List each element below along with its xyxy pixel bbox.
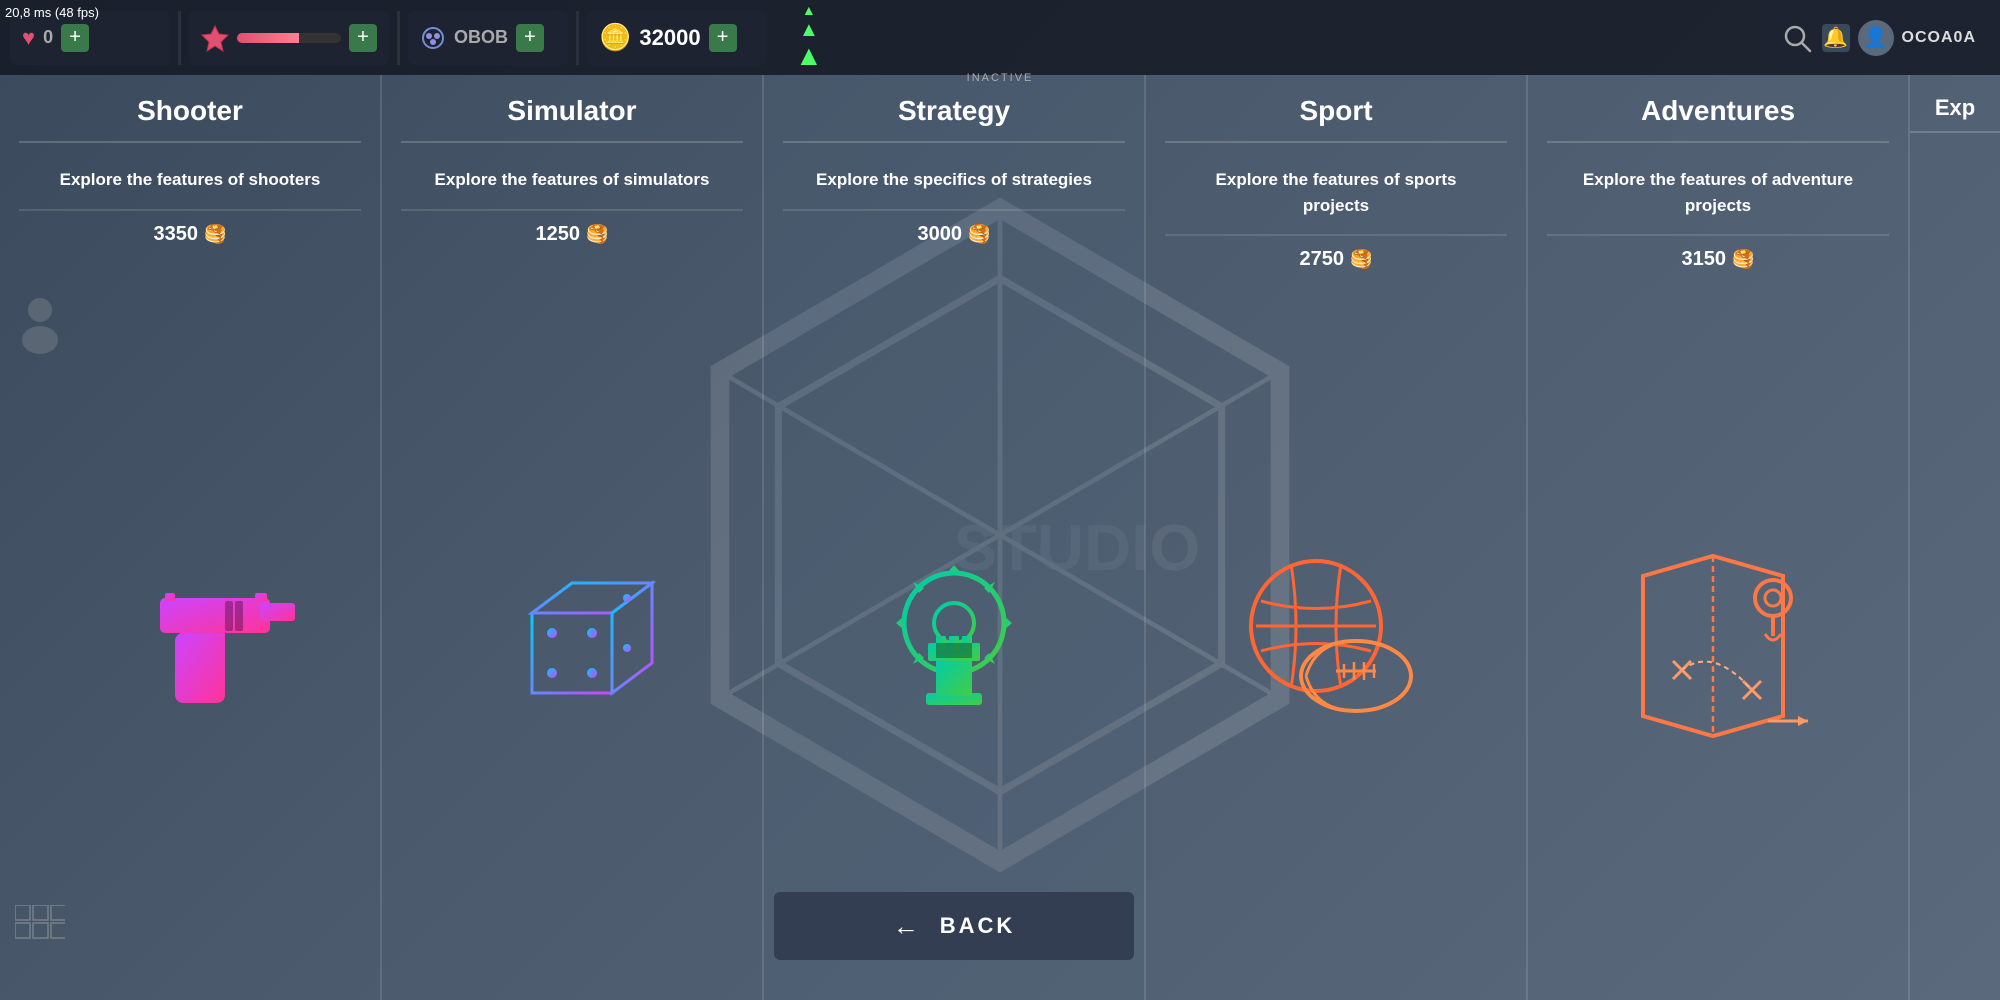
add-orb-button[interactable]: + <box>516 24 544 52</box>
partial-column: Exp <box>1910 75 2000 1000</box>
add-xp-button[interactable]: + <box>349 24 377 52</box>
sport-price: 2750 🥞 <box>1300 248 1373 271</box>
simulator-icon-area <box>472 266 672 1000</box>
simulator-title: Simulator <box>401 95 743 143</box>
orb-section: OBOB + <box>408 11 568 65</box>
divider-3 <box>576 11 579 65</box>
boost-arrow-2: ▲ <box>799 19 819 41</box>
shooter-desc: Explore the features of shooters <box>19 157 361 211</box>
adventures-title: Adventures <box>1547 95 1889 143</box>
shooter-price: 3350 🥞 <box>154 223 227 246</box>
profile-section: 🔔 👤 OCOA0A <box>1766 11 1990 65</box>
adventures-desc: Explore the features of adventure projec… <box>1547 157 1889 236</box>
circuit-cube-icon <box>472 533 672 733</box>
top-bar-right: 🔔 👤 OCOA0A <box>1766 11 1990 65</box>
sports-icon <box>1226 546 1446 746</box>
adventures-column[interactable]: Adventures Explore the features of adven… <box>1528 75 1910 1000</box>
shooter-coin-icon: 🥞 <box>204 224 226 245</box>
xp-icon <box>201 24 229 52</box>
orb-value: OBOB <box>454 27 508 48</box>
xp-section: + <box>189 11 389 65</box>
back-label: BACK <box>940 913 1016 939</box>
lives-value: 0 <box>43 27 53 48</box>
strategy-coin-icon: 🥞 <box>968 224 990 245</box>
chess-gear-icon <box>854 528 1054 738</box>
back-button-wrap: ← BACK <box>774 892 1134 960</box>
avatar: 👤 <box>1858 20 1894 56</box>
notification-button[interactable]: 🔔 <box>1822 24 1850 52</box>
add-lives-button[interactable]: + <box>61 24 89 52</box>
boost-arrow-3: ▲ <box>795 41 823 72</box>
add-coin-button[interactable]: + <box>709 24 737 52</box>
top-bar: ♥ 0 + + OBOB + 🪙 32000 + ▲ ▲ ▲ <box>0 0 2000 75</box>
strategy-icon-area <box>854 266 1054 1000</box>
map-icon <box>1613 546 1823 746</box>
search-icon <box>1780 21 1814 55</box>
inactive-label: INACTIVE <box>967 72 1034 84</box>
strategy-column[interactable]: Strategy Explore the specifics of strate… <box>764 75 1146 1000</box>
sport-title: Sport <box>1165 95 1507 143</box>
partial-title: Exp <box>1910 95 2000 133</box>
divider-1 <box>178 11 181 65</box>
coin-icon: 🪙 <box>599 22 631 53</box>
user-silhouette-left <box>15 295 65 355</box>
back-button[interactable]: ← BACK <box>774 892 1134 960</box>
simulator-column[interactable]: Simulator Explore the features of simula… <box>382 75 764 1000</box>
sport-coin-icon: 🥞 <box>1350 249 1372 270</box>
back-arrow-icon: ← <box>893 911 922 942</box>
boost-arrow-1: ▲ <box>802 3 816 18</box>
sport-desc: Explore the features of sports projects <box>1165 157 1507 236</box>
gun-icon <box>80 543 300 723</box>
sport-icon-area <box>1226 291 1446 1000</box>
coin-section: 🪙 32000 + <box>587 11 767 65</box>
adventures-price: 3150 🥞 <box>1682 248 1755 271</box>
strategy-title: Strategy <box>783 95 1125 143</box>
username-label: OCOA0A <box>1902 29 1976 47</box>
simulator-desc: Explore the features of simulators <box>401 157 743 211</box>
shooter-column[interactable]: Shooter Explore the features of shooters… <box>0 75 382 1000</box>
adventures-icon-area <box>1613 291 1823 1000</box>
adventures-coin-icon: 🥞 <box>1732 249 1754 270</box>
coin-value: 32000 <box>639 25 700 51</box>
fps-counter: 20,8 ms (48 fps) <box>5 5 99 20</box>
simulator-coin-icon: 🥞 <box>586 224 608 245</box>
sport-column[interactable]: Sport Explore the features of sports pro… <box>1146 75 1528 1000</box>
orb-icon <box>420 25 446 51</box>
shooter-icon-area <box>80 266 300 1000</box>
divider-2 <box>397 11 400 65</box>
strategy-desc: Explore the specifics of strategies <box>783 157 1125 211</box>
heart-icon: ♥ <box>22 25 35 51</box>
main-content: Shooter Explore the features of shooters… <box>0 75 2000 1000</box>
shooter-title: Shooter <box>19 95 361 143</box>
grid-icon-shooter <box>15 905 65 945</box>
strategy-price: 3000 🥞 <box>918 223 991 246</box>
simulator-price: 1250 🥞 <box>536 223 609 246</box>
